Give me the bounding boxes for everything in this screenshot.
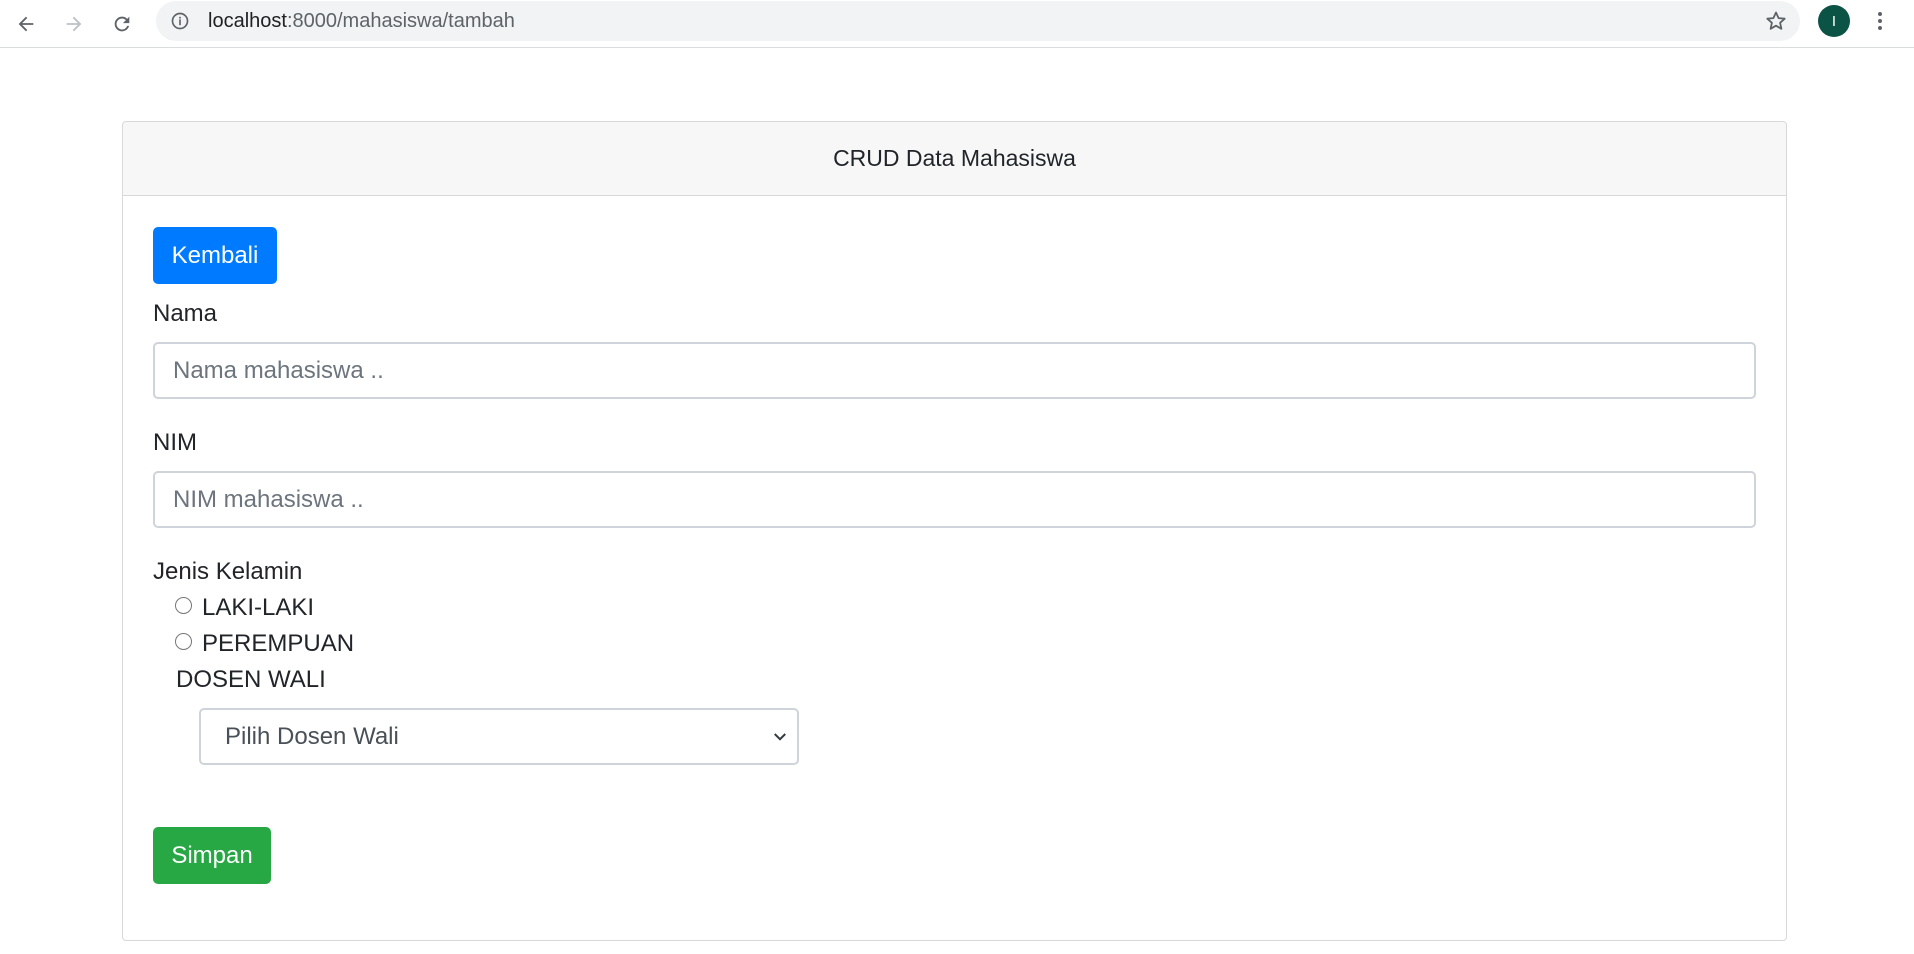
reload-icon bbox=[114, 16, 130, 32]
arrow-right-icon bbox=[66, 16, 82, 32]
back-button[interactable] bbox=[8, 6, 44, 42]
info-icon[interactable] bbox=[170, 11, 190, 31]
forward-button[interactable] bbox=[56, 6, 92, 42]
url-path: :8000/mahasiswa/tambah bbox=[286, 10, 515, 32]
browser-toolbar: localhost:8000/mahasiswa/tambah I bbox=[0, 0, 1914, 48]
radio-label: PEREMPUAN bbox=[202, 630, 355, 657]
dosen-wali-select[interactable]: Pilih Dosen Wali bbox=[199, 708, 799, 765]
nama-label: Nama bbox=[153, 300, 218, 327]
nim-label: NIM bbox=[153, 429, 197, 456]
arrow-left-icon bbox=[18, 16, 34, 32]
address-bar[interactable]: localhost:8000/mahasiswa/tambah bbox=[156, 1, 1800, 41]
card-title: CRUD Data Mahasiswa bbox=[833, 145, 1076, 171]
jenis-kelamin-label: Jenis Kelamin bbox=[153, 558, 303, 585]
reload-button[interactable] bbox=[104, 6, 140, 42]
profile-avatar[interactable]: I bbox=[1818, 5, 1850, 37]
form-card: CRUD Data Mahasiswa Kembali Nama NIM Jen… bbox=[122, 121, 1787, 941]
back-button-kembali[interactable]: Kembali bbox=[153, 227, 277, 284]
radio-option-perempuan[interactable]: PEREMPUAN bbox=[175, 630, 354, 658]
save-button[interactable]: Simpan bbox=[153, 827, 271, 884]
profile-initial: I bbox=[1831, 12, 1837, 30]
url-text[interactable]: localhost:8000/mahasiswa/tambah bbox=[208, 1, 515, 41]
card-header: CRUD Data Mahasiswa bbox=[123, 122, 1786, 196]
url-host: localhost bbox=[208, 10, 287, 32]
select-value: Pilih Dosen Wali bbox=[225, 723, 399, 750]
nama-input[interactable] bbox=[153, 342, 1756, 399]
radio-button[interactable] bbox=[175, 632, 192, 650]
radio-label: LAKI-LAKI bbox=[202, 594, 315, 621]
star-icon[interactable] bbox=[1764, 9, 1788, 33]
nim-input[interactable] bbox=[153, 471, 1756, 528]
radio-option-laki-laki[interactable]: LAKI-LAKI bbox=[175, 594, 314, 622]
dosen-wali-label: DOSEN WALI bbox=[176, 666, 326, 693]
radio-button[interactable] bbox=[175, 596, 192, 614]
chevron-down-icon bbox=[774, 733, 786, 741]
kebab-menu-icon[interactable] bbox=[1868, 6, 1892, 36]
